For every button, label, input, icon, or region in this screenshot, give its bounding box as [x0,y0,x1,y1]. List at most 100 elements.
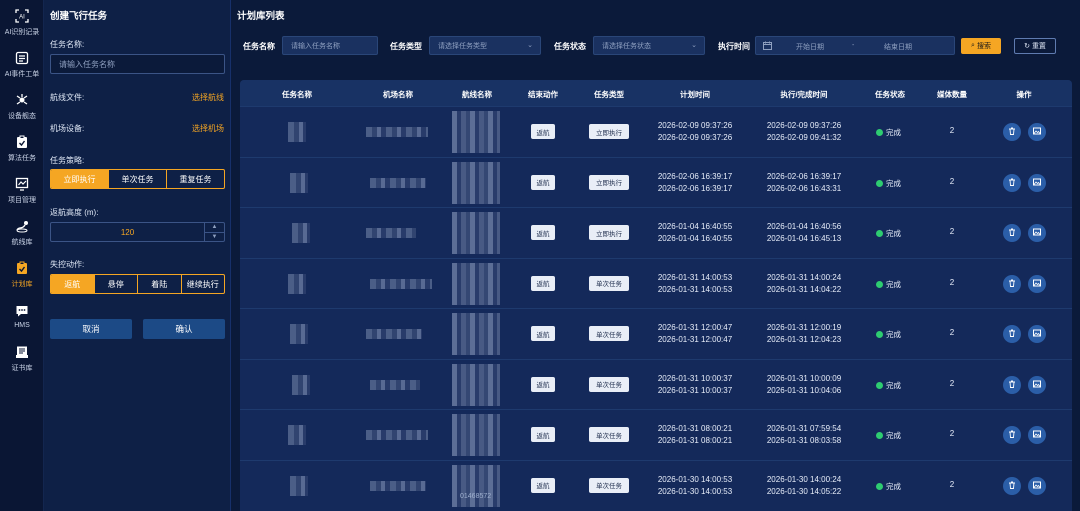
status-badge: 完成 [876,380,901,391]
nav-item-projects[interactable]: 项目管理 [0,172,44,208]
redacted-task-name [288,122,306,142]
nav-item-algorithm[interactable]: 算法任务 [0,130,44,166]
chevron-down-icon[interactable]: ▼ [205,233,224,242]
media-button[interactable] [1028,224,1046,242]
trash-icon [1008,329,1016,339]
media-button[interactable] [1028,123,1046,141]
lost-land[interactable]: 着陆 [137,275,181,293]
lost-continue[interactable]: 继续执行 [180,275,225,293]
nav-label: 航线库 [11,238,33,246]
redacted-dock-name [370,177,426,188]
plan-start: 2026-01-31 08:00:21 [657,424,733,433]
chevron-up-icon[interactable]: ▲ [205,223,224,233]
nav-item-hms[interactable]: HMS [0,298,44,334]
delete-button[interactable] [1003,274,1021,293]
media-count: 2 [949,126,955,135]
delete-button[interactable] [1003,476,1021,495]
col-dock-name: 机场名称 [383,90,413,99]
media-button[interactable] [1028,375,1046,394]
redacted-route-name [452,313,500,355]
status-dot [876,482,883,490]
media-button[interactable] [1028,173,1046,192]
strategy-single[interactable]: 单次任务 [108,170,166,188]
nav-item-devices[interactable]: 设备舰态 [0,88,44,124]
col-actions: 操作 [1016,90,1032,99]
status-text: 完成 [886,229,901,238]
table-row[interactable]: 返航 单次任务 2026-01-30 14:00:53 2026-01-30 14:0… [240,459,1072,510]
nav-item-ai-tickets[interactable]: AI事件工单 [0,46,44,82]
nav-label: 计划库 [11,280,33,288]
delete-button[interactable] [1003,375,1021,394]
lost-return[interactable]: 返航 [51,275,94,293]
nav-item-ai-records[interactable]: AI AI识别记录 [0,4,44,40]
table-row[interactable]: 返航 立即执行 2026-01-04 16:40:55 2026-01-04 16:4… [240,207,1072,257]
delete-button[interactable] [1003,426,1021,444]
strategy-repeat[interactable]: 重复任务 [166,170,224,188]
strategy-immediate[interactable]: 立即执行 [51,170,108,188]
plan-end: 2026-01-31 10:00:37 [657,385,733,395]
trash-icon [1008,228,1016,238]
media-button[interactable] [1028,274,1046,293]
exec-start: 2026-02-06 16:39:17 [766,171,842,181]
start-date-input[interactable]: 开始日期 [796,42,824,52]
exec-time: 2026-01-31 12:00:19 2026-01-31 12:04:23 [767,322,841,346]
task-name-input[interactable]: 请输入任务名称 [50,54,225,74]
date-range-picker[interactable]: 开始日期 - 结束日期 [755,36,955,55]
table-row[interactable]: 返航 单次任务 2026-01-31 10:00:37 2026-01-31 10:0… [240,358,1072,409]
reset-button[interactable]: ↻ 重置 [1014,38,1056,54]
delete-button[interactable] [1003,123,1021,141]
page-title: 计划库列表 [237,11,285,22]
redacted-dock-name [366,329,422,339]
task-type-tag: 单次任务 [589,326,629,341]
exec-end: 2026-01-31 10:04:06 [766,385,842,395]
redacted-route-name [452,212,500,254]
table-row[interactable]: 返航 单次任务 2026-01-31 12:00:47 2026-01-31 12:0… [240,308,1072,358]
task-type-tag: 立即执行 [589,225,629,240]
table-row[interactable]: 返航 单次任务 2026-01-31 08:00:21 2026-01-31 08:0… [240,409,1072,459]
media-button[interactable] [1028,325,1046,343]
image-icon [1033,279,1041,289]
cancel-button[interactable]: 取消 [50,319,132,339]
task-name-label: 任务名称: [50,40,85,49]
table-row[interactable]: 返航 立即执行 2026-02-09 09:37:26 2026-02-09 09:3… [240,106,1072,156]
return-height-value[interactable]: 120 [51,223,204,241]
filter-status-select[interactable]: 请选择任务状态 ⌄ [593,36,705,55]
end-date-input[interactable]: 结束日期 [884,42,912,52]
confirm-button[interactable]: 确认 [143,319,225,339]
route-file-label: 航线文件: [50,93,85,102]
table-row[interactable]: 返航 立即执行 2026-02-06 16:39:17 2026-02-06 16:3… [240,156,1072,207]
redacted-route-name [452,363,500,406]
search-button[interactable]: ⌕ 搜索 [961,38,1001,54]
media-button[interactable] [1028,426,1046,444]
exec-start: 2026-01-04 16:40:56 [766,222,842,231]
strategy-label: 任务策略: [50,156,85,165]
nav-item-certificates[interactable]: 证书库 [0,340,44,376]
select-dock-link[interactable]: 选择机场 [192,123,224,134]
nav-item-routes[interactable]: 航线库 [0,214,44,250]
return-height-stepper[interactable]: 120 ▲ ▼ [50,222,225,242]
table-row[interactable]: 返航 单次任务 2026-01-31 14:00:53 2026-01-31 14:0… [240,257,1072,308]
plan-start: 2026-01-30 14:00:53 [657,474,733,484]
media-count: 2 [949,429,955,438]
delete-button[interactable] [1003,325,1021,343]
filter-type-select[interactable]: 请选择任务类型 ⌄ [429,36,541,55]
plan-end: 2026-01-31 08:00:21 [657,436,733,445]
redacted-route-name [452,111,500,153]
end-action-tag: 返航 [531,376,555,392]
media-button[interactable] [1028,476,1046,495]
col-exec-time: 执行/完成时间 [780,90,828,99]
partial-route-text: 01468572 [460,493,492,500]
filter-name-input[interactable]: 请输入任务名称 [282,36,378,55]
image-icon [1033,430,1041,440]
plan-time: 2026-01-31 14:00:53 2026-01-31 14:00:53 [658,272,732,296]
trash-icon [1008,127,1016,137]
delete-button[interactable] [1003,173,1021,192]
select-route-link[interactable]: 选择航线 [192,92,224,103]
nav-item-plans[interactable]: 计划库 [0,256,44,292]
col-end-action: 结束动作 [528,90,558,99]
nav-label: AI识别记录 [4,28,40,36]
delete-button[interactable] [1003,224,1021,242]
calendar-icon [763,41,772,52]
lost-hover[interactable]: 悬停 [93,275,138,293]
redacted-dock-name [366,430,428,440]
